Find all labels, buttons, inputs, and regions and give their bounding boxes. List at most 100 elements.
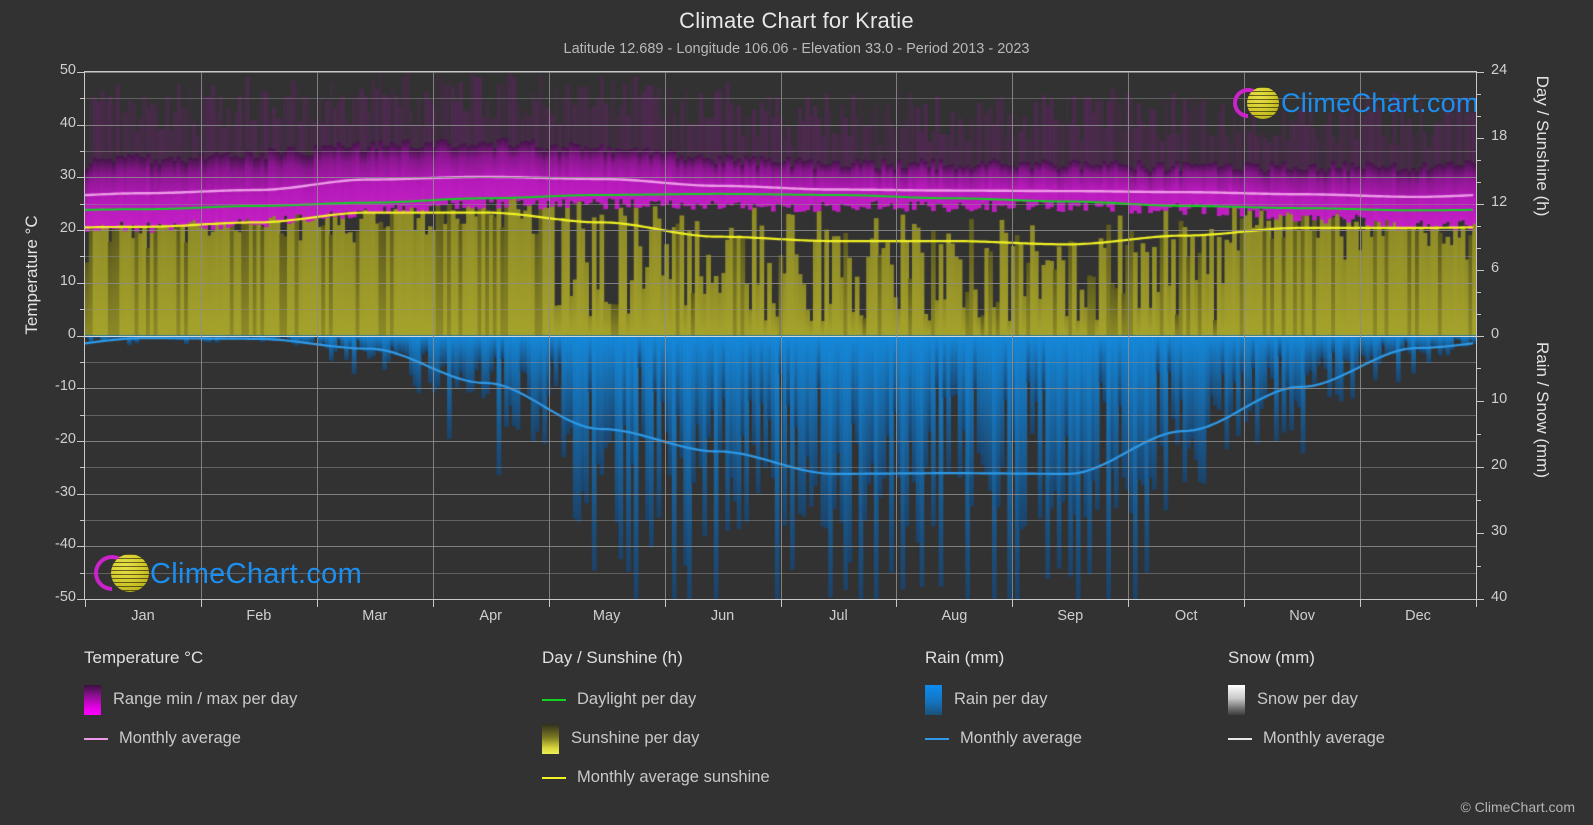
page-title: Climate Chart for Kratie <box>679 8 914 33</box>
tick-mark-month-boundary <box>200 600 202 607</box>
tick-label-rain-snow: 40 <box>1491 589 1508 605</box>
legend-item[interactable]: Range min / max per day <box>84 680 297 719</box>
legend-swatch-icon <box>84 684 101 715</box>
tick-label-temperature: 0 <box>67 325 76 342</box>
page-subtitle: Latitude 12.689 - Longitude 106.06 - Ele… <box>563 41 1030 57</box>
tick-mark-month-boundary <box>316 600 318 607</box>
legend-item-label: Sunshine per day <box>571 729 700 747</box>
tick-mark-month-boundary <box>548 600 550 607</box>
tick-label-month: Jul <box>829 608 848 624</box>
tick-mark-temperature <box>77 493 84 495</box>
tick-label-day-sunshine: 18 <box>1491 127 1508 144</box>
tick-mark-rain-snow <box>1477 533 1484 535</box>
legend-item-label: Monthly average sunshine <box>577 768 770 786</box>
tick-mark-minor-day-sunshine <box>1477 181 1481 183</box>
tick-label-month: Oct <box>1174 608 1198 624</box>
tick-mark-month-boundary <box>664 600 666 607</box>
tick-label-rain-snow: 10 <box>1491 391 1508 408</box>
legend-column: Temperature °C Range min / max per day Mon… <box>84 648 297 758</box>
tick-label-temperature: -20 <box>55 430 76 447</box>
legend-line-icon <box>542 776 566 779</box>
tick-mark-temperature <box>77 124 84 126</box>
tick-mark-rain-snow <box>1477 467 1484 469</box>
legend-item[interactable]: Monthly average sunshine <box>542 758 770 797</box>
tick-mark-temperature <box>77 388 84 390</box>
tick-label-month: Jun <box>710 608 735 624</box>
tick-mark-day-sunshine <box>1477 203 1484 205</box>
legend-swatch-icon <box>925 684 942 715</box>
tick-label-temperature: -50 <box>55 589 76 605</box>
tick-mark-minor-rain-snow <box>1477 500 1481 502</box>
tick-label-temperature: -10 <box>55 378 76 395</box>
tick-label-month: Sep <box>1057 608 1084 624</box>
tick-mark-temperature <box>77 72 84 73</box>
tick-mark-minor-day-sunshine <box>1477 313 1481 315</box>
legend-item-label: Snow per day <box>1257 690 1358 708</box>
tick-mark-month-boundary <box>1244 600 1246 607</box>
tick-label-month: Dec <box>1405 608 1431 624</box>
tick-mark-temperature <box>77 282 84 284</box>
legend-item[interactable]: Monthly average <box>1228 719 1385 758</box>
tick-label-day-sunshine: 0 <box>1491 325 1500 342</box>
tick-label-month: Aug <box>941 608 968 624</box>
chart-legend: Temperature °C Range min / max per day Mon… <box>0 648 1593 813</box>
tick-mark-day-sunshine <box>1477 269 1484 271</box>
legend-line-icon <box>1228 737 1252 740</box>
legend-item-label: Monthly average <box>1263 729 1385 747</box>
tick-mark-minor-day-sunshine <box>1477 93 1481 95</box>
climate-chart-page: Climate Chart for Kratie Latitude 12.689… <box>0 0 1593 825</box>
tick-label-temperature: -40 <box>55 536 76 553</box>
tick-label-month: May <box>592 608 621 624</box>
tick-label-temperature: 10 <box>59 272 76 289</box>
legend-item[interactable]: Sunshine per day <box>542 719 770 758</box>
tick-mark-minor-day-sunshine <box>1477 291 1481 293</box>
tick-mark-temperature <box>77 599 84 600</box>
legend-item[interactable]: Monthly average <box>84 719 297 758</box>
copyright-notice: © ClimeChart.com <box>1460 799 1575 815</box>
tick-label-day-sunshine: 24 <box>1491 62 1508 78</box>
legend-item[interactable]: Rain per day <box>925 680 1082 719</box>
legend-column: Day / Sunshine (h) Daylight per day Sunshi… <box>542 648 770 797</box>
legend-item[interactable]: Snow per day <box>1228 680 1385 719</box>
tick-label-month: Feb <box>246 608 272 624</box>
tick-mark-rain-snow <box>1477 599 1484 600</box>
legend-item-label: Range min / max per day <box>113 690 298 708</box>
legend-column: Snow (mm) Snow per day Monthly average <box>1228 648 1385 758</box>
tick-mark-minor-day-sunshine <box>1477 247 1481 249</box>
tick-label-month: Nov <box>1289 608 1316 624</box>
legend-item[interactable]: Monthly average <box>925 719 1082 758</box>
tick-mark-month-boundary <box>1012 600 1014 607</box>
tick-mark-minor-day-sunshine <box>1477 159 1481 161</box>
legend-item[interactable]: Daylight per day <box>542 680 770 719</box>
axis-title-rain-snow: Rain / Snow (mm) <box>1533 341 1552 479</box>
tick-label-rain-snow: 20 <box>1491 457 1508 474</box>
legend-heading: Day / Sunshine (h) <box>542 648 683 667</box>
tick-mark-month-boundary <box>1128 600 1130 607</box>
tick-mark-minor-rain-snow <box>1477 368 1481 370</box>
legend-item-label: Monthly average <box>119 729 241 747</box>
climate-plot-canvas <box>85 72 1476 599</box>
legend-item-label: Daylight per day <box>577 690 697 708</box>
tick-mark-temperature <box>77 440 84 442</box>
axis-title-day-sunshine: Day / Sunshine (h) <box>1533 75 1552 217</box>
tick-mark-temperature <box>77 230 84 232</box>
tick-mark-minor-day-sunshine <box>1477 115 1481 117</box>
legend-line-icon <box>84 737 108 740</box>
tick-mark-minor-day-sunshine <box>1477 225 1481 227</box>
legend-column: Rain (mm) Rain per day Monthly average <box>925 648 1082 758</box>
tick-label-temperature: 40 <box>59 114 76 131</box>
plot-area[interactable]: ClimeChart.com ClimeChart.com <box>84 71 1477 600</box>
tick-mark-day-sunshine <box>1477 335 1484 337</box>
tick-mark-month-boundary <box>85 600 86 607</box>
legend-line-icon <box>925 737 949 740</box>
tick-label-temperature: 20 <box>59 220 76 237</box>
tick-mark-temperature <box>77 335 84 337</box>
tick-label-rain-snow: 30 <box>1491 523 1508 540</box>
tick-mark-day-sunshine <box>1477 72 1484 73</box>
tick-mark-month-boundary <box>1360 600 1362 607</box>
tick-mark-month-boundary <box>1476 600 1477 607</box>
tick-mark-month-boundary <box>896 600 898 607</box>
legend-heading: Temperature °C <box>84 648 204 667</box>
tick-mark-rain-snow <box>1477 401 1484 403</box>
legend-line-icon <box>542 698 566 701</box>
